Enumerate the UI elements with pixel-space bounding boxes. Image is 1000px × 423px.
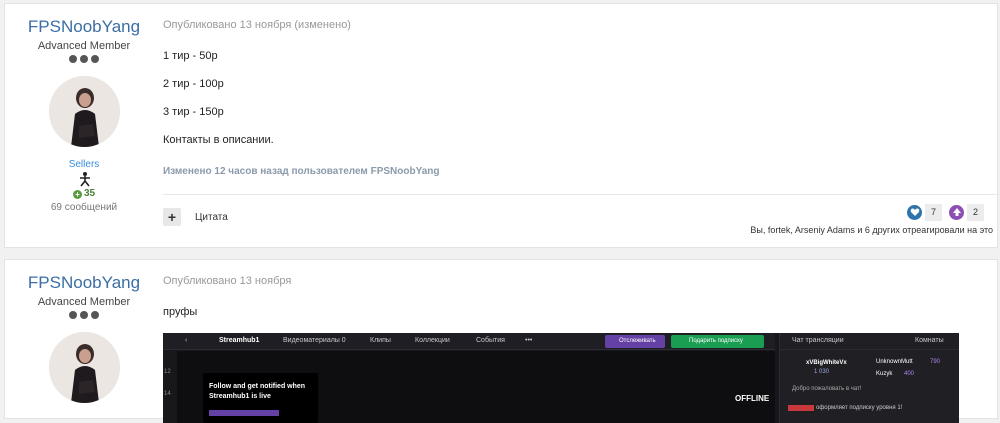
channel-name: Streamhub1 [219, 337, 260, 344]
chat-user: xVBigWhiteVx [806, 360, 847, 366]
post-1: FPSNoobYang Advanced Member Sellers +35 … [4, 3, 999, 248]
post-date[interactable]: Опубликовано 13 ноября (изменено) [163, 19, 351, 31]
stream-arrow-icon: ‹ [185, 337, 188, 344]
post-line: пруфы [163, 306, 198, 318]
chat-username-redacted [788, 405, 814, 411]
post-line: 3 тир - 150р [163, 106, 224, 118]
gutter-number: 12 [164, 369, 171, 375]
avatar[interactable] [49, 76, 120, 147]
chat-user: UnknownMutt [876, 359, 913, 365]
author-title: Advanced Member [37, 40, 131, 52]
follow-card: Follow and get notified when Streamhub1 … [203, 373, 318, 423]
offline-label: OFFLINE [735, 394, 770, 403]
post-2: FPSNoobYang Advanced Member Опубликовано… [4, 259, 998, 423]
rank-dot [91, 55, 99, 63]
chat-user-count: 400 [904, 371, 915, 377]
gift-sub-button: Подарить подписку [671, 335, 764, 348]
author-name-link[interactable]: FPSNoobYang [5, 273, 163, 293]
reputation: +35 [5, 188, 163, 199]
chat-welcome: Добро пожаловать в чат! [792, 386, 862, 392]
rooms-label: Комнаты [915, 337, 944, 344]
follow-button: Отслеживать [605, 335, 665, 348]
reputation-plus-icon: + [72, 190, 82, 199]
chat-sub-notice: оформляет подписку уровня 1! [816, 405, 903, 411]
quote-button[interactable]: Цитата [195, 212, 228, 223]
chat-header: Чат трансляции Комнаты [780, 333, 959, 350]
reaction-upvote[interactable]: 2 [949, 203, 984, 221]
embedded-screenshot[interactable]: ‹ Streamhub1 Видеоматериалы 0 Клипы Колл… [163, 333, 959, 423]
rank-dot [69, 55, 77, 63]
multiquote-button[interactable]: + [163, 208, 181, 226]
rank-dots [69, 311, 99, 321]
post-line: 2 тир - 100р [163, 78, 224, 90]
message-count: 69 сообщений [50, 202, 118, 213]
edited-note: Изменено 12 часов назад пользователем FP… [163, 166, 440, 177]
stream-tab: События [476, 337, 505, 344]
upvote-icon [949, 204, 964, 220]
post-line: Контакты в описании. [163, 134, 274, 146]
rank-dot [80, 311, 88, 319]
gutter-number: 14 [164, 391, 171, 397]
like-heart-icon [907, 204, 922, 220]
reaction-summary-link[interactable]: Вы, fortek, Arseniy Adams и 6 других отр… [750, 225, 993, 235]
author-title: Advanced Member [37, 296, 131, 308]
follow-card-button [209, 410, 279, 416]
reaction-count: 7 [925, 203, 942, 221]
chat-user: Kuzyk [876, 371, 893, 377]
post-line: 1 тир - 50р [163, 50, 218, 62]
chat-title: Чат трансляции [792, 337, 844, 344]
stream-tab: Видеоматериалы 0 [283, 337, 346, 344]
stream-chat: Чат трансляции Комнаты xVBigWhiteVx 1 03… [779, 333, 959, 423]
author-name-link[interactable]: FPSNoobYang [5, 17, 163, 37]
rank-dots [69, 55, 99, 65]
chat-user-count: 1 030 [814, 369, 830, 375]
rank-dot [91, 311, 99, 319]
person-rank-icon [77, 171, 93, 187]
follow-card-line: Streamhub1 is live [209, 393, 271, 400]
avatar[interactable] [49, 332, 120, 403]
reputation-value: 35 [83, 188, 96, 199]
rank-dot [80, 55, 88, 63]
post-date[interactable]: Опубликовано 13 ноября [163, 275, 291, 287]
divider [163, 194, 999, 195]
chat-user-count: 790 [930, 359, 941, 365]
reaction-like[interactable]: 7 [907, 203, 942, 221]
reaction-count: 2 [967, 203, 984, 221]
stream-tab: Коллекции [415, 337, 450, 344]
stream-topbar: ‹ Streamhub1 Видеоматериалы 0 Клипы Колл… [163, 333, 775, 350]
stream-tab: Клипы [370, 337, 391, 344]
stream-tab: ••• [525, 337, 533, 344]
member-group-link[interactable]: Sellers [5, 159, 163, 170]
rank-dot [69, 311, 77, 319]
follow-card-line: Follow and get notified when [209, 383, 306, 390]
